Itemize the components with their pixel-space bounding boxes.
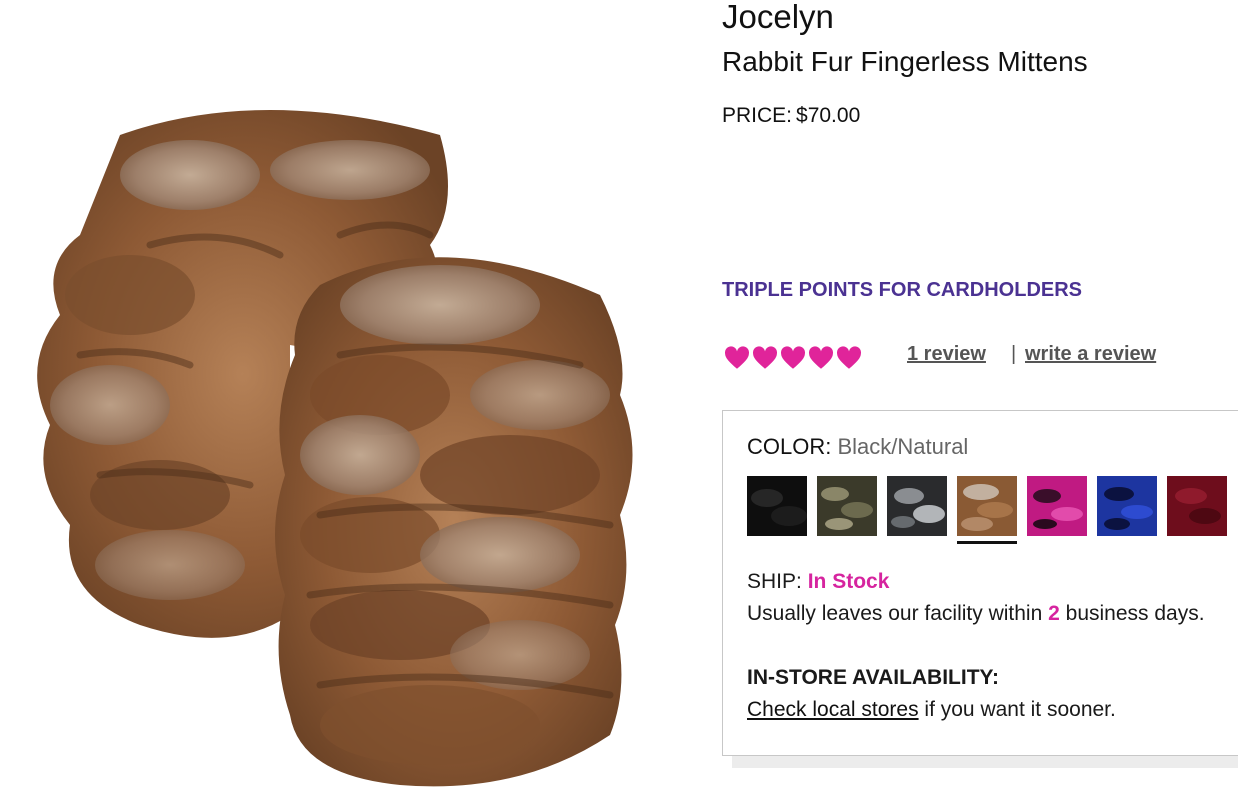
- ship-label: SHIP:: [747, 570, 802, 593]
- heart-icon: [808, 346, 834, 369]
- instore-row: Check local stores if you want it sooner…: [747, 698, 1116, 722]
- ship-note-before: Usually leaves our facility within: [747, 602, 1049, 625]
- heart-icon: [836, 346, 862, 369]
- instore-title: IN-STORE AVAILABILITY:: [747, 666, 999, 689]
- reviews-count-link[interactable]: 1 review: [907, 343, 986, 366]
- swatch-olive[interactable]: [817, 476, 877, 536]
- promo-banner[interactable]: TRIPLE POINTS FOR CARDHOLDERS: [722, 279, 1082, 302]
- product-name: Rabbit Fur Fingerless Mittens: [722, 46, 1088, 77]
- heart-icon: [780, 346, 806, 369]
- product-price: PRICE: $70.00: [722, 104, 860, 128]
- product-image: [20, 95, 650, 795]
- instore-suffix: if you want it sooner.: [918, 698, 1116, 721]
- ship-note-after: business days.: [1059, 602, 1205, 625]
- swatch-blue[interactable]: [1097, 476, 1157, 536]
- swatch-black[interactable]: [747, 476, 807, 536]
- check-stores-link[interactable]: Check local stores: [747, 698, 919, 721]
- swatch-natural[interactable]: [957, 476, 1017, 544]
- color-label: COLOR:: [747, 434, 832, 459]
- heart-icon: [724, 346, 750, 369]
- stock-status: In Stock: [807, 570, 890, 593]
- swatch-grey[interactable]: [887, 476, 947, 536]
- price-value: $70.00: [796, 104, 861, 127]
- write-review-link[interactable]: write a review: [1025, 343, 1156, 366]
- product-brand: Jocelyn: [722, 0, 834, 35]
- swatch-pink[interactable]: [1027, 476, 1087, 536]
- ship-days: 2: [1048, 602, 1060, 625]
- heart-icon: [752, 346, 778, 369]
- review-separator: |: [1011, 343, 1017, 365]
- color-selected-value: Black/Natural: [837, 434, 969, 459]
- swatch-burgundy[interactable]: [1167, 476, 1227, 536]
- rating-hearts: [724, 346, 862, 372]
- color-selection: COLOR: Black/Natural: [747, 434, 968, 460]
- price-label: PRICE:: [722, 104, 793, 127]
- panel-shadow: [732, 756, 1238, 768]
- color-swatches: [747, 476, 1227, 544]
- shipping-status: SHIP: In Stock: [747, 570, 889, 594]
- shipping-note: Usually leaves our facility within 2 bus…: [747, 602, 1205, 626]
